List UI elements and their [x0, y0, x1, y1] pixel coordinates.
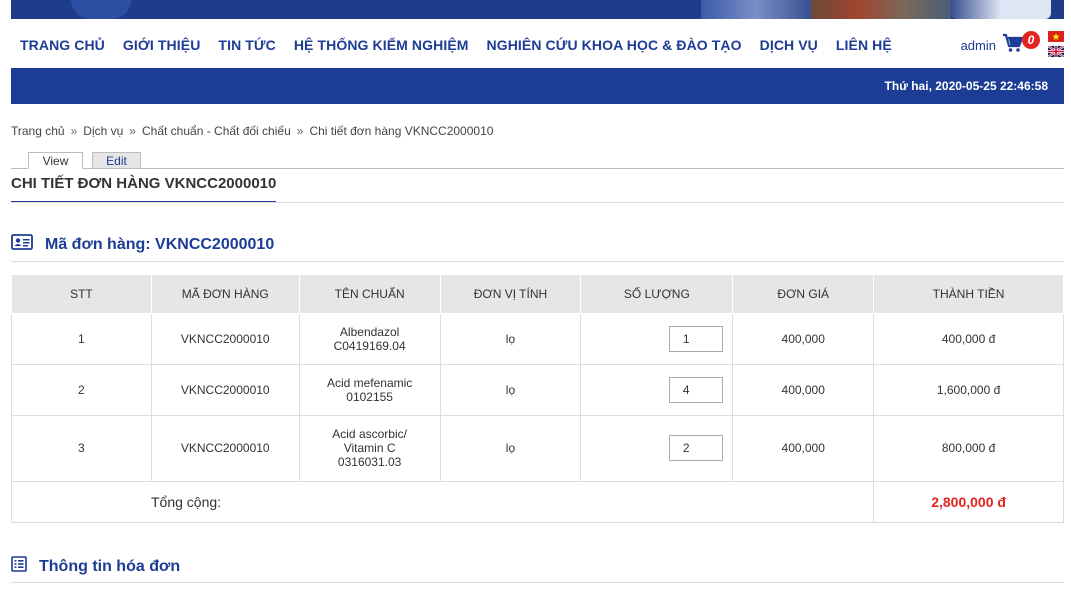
invoice-section-heading: Thông tin hóa đơn — [11, 556, 180, 577]
unit-price: 400,000 — [732, 414, 875, 482]
order-code: VKNCC2000010 — [150, 312, 300, 365]
title-divider — [11, 202, 1064, 203]
nav-menu: TRANG CHỦ GIỚI THIỆU TIN TỨC HỆ THỐNG KI… — [20, 37, 910, 53]
nav-item-testing-system[interactable]: HỆ THỐNG KIỂM NGHIỆM — [294, 37, 469, 53]
cart-icon — [1003, 33, 1024, 52]
column-header: STT — [11, 275, 152, 314]
tab-view[interactable]: View — [28, 152, 83, 169]
table-row: 2 VKNCC2000010 Acid mefenamic 0102155 lọ … — [11, 363, 1064, 416]
quantity-input[interactable]: 1 — [668, 325, 723, 352]
breadcrumb-separator: » — [296, 124, 304, 138]
top-banner — [11, 0, 1064, 19]
page-title: CHI TIẾT ĐƠN HÀNG VKNCC2000010 — [11, 175, 277, 203]
breadcrumb-separator: » — [129, 124, 136, 138]
standard-code-line: 0316031.03 — [337, 455, 402, 469]
nav-item-services[interactable]: DỊCH VỤ — [760, 37, 818, 53]
invoice-info-heading: Thông tin hóa đơn — [39, 557, 181, 575]
column-header: TÊN CHUẨN — [298, 275, 441, 314]
total-amount: 2,800,000 đ — [873, 480, 1064, 523]
breadcrumb-separator: » — [70, 124, 78, 138]
line-amount: 400,000 đ — [873, 312, 1064, 365]
standard-code-line: 0102155 — [346, 389, 393, 404]
nav-item-contact[interactable]: LIÊN HỆ — [836, 37, 892, 53]
breadcrumb-reference-standards[interactable]: Chất chuẩn - Chất đối chiếu — [142, 124, 291, 138]
order-code-heading: Mã đơn hàng: VKNCC2000010 — [45, 235, 275, 253]
view-edit-tabs: View Edit — [11, 152, 1064, 169]
main-navigation: TRANG CHỦ GIỚI THIỆU TIN TỨC HỆ THỐNG KI… — [11, 19, 1064, 68]
standard-name-line: Albendazol — [339, 324, 400, 339]
quantity-cell: 1 — [580, 312, 734, 365]
unit: lọ — [439, 312, 582, 365]
order-code: VKNCC2000010 — [150, 363, 300, 416]
standard-name: Albendazol C0419169.04 — [298, 312, 441, 365]
id-card-icon — [11, 234, 33, 255]
nav-item-research-training[interactable]: NGHIÊN CỨU KHOA HỌC & ĐÀO TẠO — [487, 37, 742, 53]
banner-image-decoration — [701, 0, 811, 19]
standard-name: Acid mefenamic 0102155 — [298, 363, 441, 416]
nav-item-home[interactable]: TRANG CHỦ — [20, 37, 105, 53]
column-header: THÀNH TIỀN — [873, 275, 1064, 314]
breadcrumb: Trang chủ » Dịch vụ » Chất chuẩn - Chất đối … — [11, 124, 493, 138]
table-header-row: STT MÃ ĐƠN HÀNG TÊN CHUẨN ĐƠN VỊ TÍNH SỐ… — [11, 275, 1064, 314]
column-header: ĐƠN GIÁ — [732, 275, 875, 314]
column-header: SỐ LƯỢNG — [580, 275, 734, 314]
current-datetime: Thứ hai, 2020-05-25 22:46:58 — [884, 79, 1048, 93]
standard-name-line: Vitamin C — [343, 441, 396, 455]
vietnam-flag-icon[interactable] — [1048, 31, 1064, 42]
row-index: 1 — [11, 312, 152, 365]
total-label: Tổng cộng: — [10, 480, 875, 523]
cart-count-badge: 0 — [1022, 31, 1040, 49]
tab-edit[interactable]: Edit — [92, 152, 141, 169]
table-total-row: Tổng cộng: 2,800,000 đ — [10, 480, 1064, 523]
breadcrumb-current: Chi tiết đơn hàng VKNCC2000010 — [309, 124, 494, 138]
quantity-input[interactable]: 2 — [668, 435, 723, 461]
invoice-list-icon — [11, 556, 27, 577]
nav-right: admin 0 — [961, 31, 1064, 57]
quantity-input[interactable]: 4 — [668, 376, 723, 403]
table-row: 1 VKNCC2000010 Albendazol C0419169.04 lọ … — [11, 312, 1064, 365]
banner-photo-decoration — [811, 0, 951, 19]
unit: lọ — [439, 363, 582, 416]
language-switcher — [1048, 31, 1064, 57]
column-header: MÃ ĐƠN HÀNG — [150, 275, 300, 314]
cart-button[interactable]: 0 — [1002, 31, 1040, 57]
date-bar: Thứ hai, 2020-05-25 22:46:58 — [11, 68, 1064, 104]
line-amount: 800,000 đ — [873, 414, 1064, 482]
banner-logo-decoration — [71, 0, 131, 19]
banner-search-decoration — [951, 0, 1051, 19]
row-index: 2 — [11, 363, 152, 416]
quantity-cell: 2 — [580, 414, 734, 482]
order-code: VKNCC2000010 — [150, 414, 300, 482]
user-link[interactable]: admin — [961, 38, 996, 53]
order-items-table: STT MÃ ĐƠN HÀNG TÊN CHUẨN ĐƠN VỊ TÍNH SỐ… — [10, 275, 1064, 523]
column-header: ĐƠN VỊ TÍNH — [439, 275, 582, 314]
nav-item-about[interactable]: GIỚI THIỆU — [123, 37, 201, 53]
line-amount: 1,600,000 đ — [873, 363, 1064, 416]
unit-price: 400,000 — [732, 312, 875, 365]
breadcrumb-services[interactable]: Dịch vụ — [83, 124, 123, 138]
standard-name-line: Acid ascorbic/ — [332, 427, 407, 441]
unit-price: 400,000 — [732, 363, 875, 416]
table-row: 3 VKNCC2000010 Acid ascorbic/Vitamin C 03… — [11, 414, 1064, 482]
row-index: 3 — [11, 414, 152, 482]
section-divider — [11, 261, 1064, 262]
uk-flag-icon[interactable] — [1048, 46, 1064, 57]
quantity-cell: 4 — [580, 363, 734, 416]
nav-item-news[interactable]: TIN TỨC — [218, 37, 275, 53]
unit: lọ — [439, 414, 582, 482]
standard-code-line: C0419169.04 — [333, 338, 406, 353]
order-section-heading: Mã đơn hàng: VKNCC2000010 — [11, 234, 274, 255]
section-divider — [11, 582, 1064, 583]
breadcrumb-home[interactable]: Trang chủ — [11, 124, 65, 138]
standard-name-line: Acid mefenamic — [326, 375, 413, 390]
standard-name: Acid ascorbic/Vitamin C 0316031.03 — [298, 414, 441, 482]
